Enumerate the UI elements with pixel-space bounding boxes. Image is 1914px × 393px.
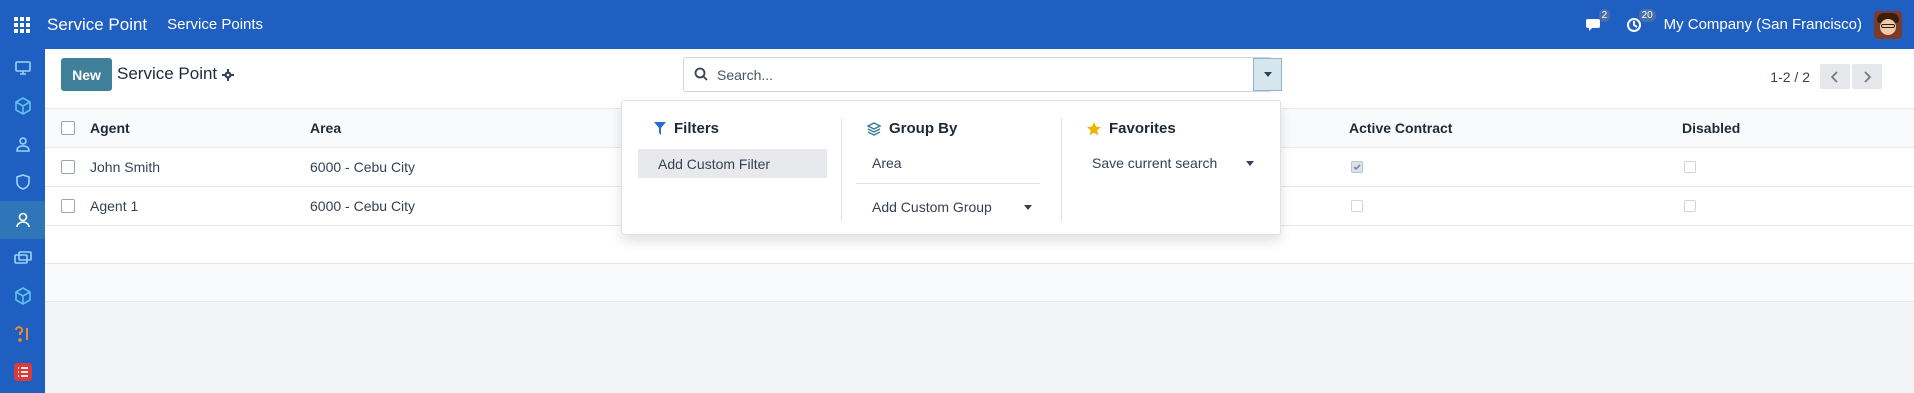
pager: 1-2 / 2 <box>1770 64 1882 89</box>
sidebar-app-4[interactable] <box>0 163 45 201</box>
pager-next-button[interactable] <box>1852 64 1882 89</box>
add-custom-filter[interactable]: Add Custom Filter <box>638 149 827 178</box>
sidebar-app-9[interactable] <box>0 353 45 391</box>
messages-badge: 2 <box>1598 8 1611 22</box>
favorites-column: Favorites Save current search <box>1062 101 1282 236</box>
group-by-title: Group By <box>889 120 958 137</box>
caret-down-icon <box>1263 72 1272 77</box>
cards-icon <box>13 251 32 264</box>
search-icon <box>694 67 708 84</box>
sidebar-app-3[interactable] <box>0 125 45 163</box>
empty-row <box>45 264 1914 302</box>
page-title: Service Point <box>117 64 218 83</box>
column-header-disabled[interactable]: Disabled <box>1682 120 1740 136</box>
cell-area: 6000 - Cebu City <box>310 159 416 175</box>
favorites-title: Favorites <box>1109 120 1176 137</box>
top-navbar: Service Point Service Points 2 20 My Com… <box>0 0 1914 49</box>
messages-button[interactable]: 2 <box>1585 8 1611 33</box>
menu-service-points[interactable]: Service Points <box>167 16 263 33</box>
search-input[interactable] <box>717 65 1237 85</box>
filters-column: Filters Add Custom Filter <box>622 101 841 236</box>
cell-active-contract-checkbox <box>1351 200 1363 212</box>
sidebar-app-7[interactable] <box>0 277 45 315</box>
group-by-column: Group By Area Add Custom Group <box>842 101 1050 236</box>
search-panel-toggle-button[interactable] <box>1253 58 1282 91</box>
chevron-right-icon <box>1864 70 1871 83</box>
cube-icon <box>14 97 31 115</box>
left-sidebar <box>0 49 45 393</box>
star-icon <box>1087 121 1101 136</box>
add-custom-group-select[interactable]: Add Custom Group <box>872 199 1032 215</box>
cell-disabled-checkbox <box>1684 161 1696 173</box>
sidebar-app-service-point[interactable] <box>0 201 45 239</box>
column-header-active-contract[interactable]: Active Contract <box>1349 120 1452 136</box>
shield-icon <box>15 174 30 190</box>
add-custom-group-label: Add Custom Group <box>872 199 992 215</box>
sidebar-app-1[interactable] <box>0 49 45 87</box>
filters-title: Filters <box>674 120 720 137</box>
user-avatar[interactable] <box>1874 10 1902 39</box>
save-current-search[interactable]: Save current search <box>1092 155 1254 171</box>
cell-agent: John Smith <box>90 159 161 175</box>
pager-previous-button[interactable] <box>1820 64 1850 89</box>
row-checkbox[interactable] <box>61 199 75 213</box>
chevron-left-icon <box>1831 70 1838 83</box>
apps-menu-icon[interactable] <box>0 0 44 49</box>
monitor-icon <box>14 61 31 75</box>
gear-icon[interactable] <box>222 68 234 84</box>
caret-down-icon <box>1246 160 1254 166</box>
filter-icon <box>654 122 666 135</box>
group-by-separator <box>856 183 1040 184</box>
cell-area: 6000 - Cebu City <box>310 198 416 214</box>
question-icon <box>14 326 28 342</box>
sidebar-app-2[interactable] <box>0 87 45 125</box>
cell-agent: Agent 1 <box>90 198 139 214</box>
pager-value[interactable]: 1-2 / 2 <box>1770 69 1810 85</box>
save-current-search-label: Save current search <box>1092 155 1218 171</box>
cell-active-contract-checkbox <box>1351 161 1363 173</box>
user-card-icon <box>15 137 30 152</box>
activities-badge: 20 <box>1638 8 1656 22</box>
sidebar-app-6[interactable] <box>0 239 45 277</box>
check-icon <box>1353 164 1361 171</box>
column-header-area[interactable]: Area <box>310 120 341 136</box>
company-switcher[interactable]: My Company (San Francisco) <box>1664 16 1862 33</box>
list-icon <box>13 363 32 381</box>
box-icon <box>14 287 31 305</box>
cell-disabled-checkbox <box>1684 200 1696 212</box>
search-options-dropdown: Filters Add Custom Filter Group By Area … <box>621 100 1281 235</box>
agent-icon <box>15 212 30 228</box>
search-box <box>683 57 1272 92</box>
caret-down-icon <box>1024 204 1032 210</box>
group-by-area[interactable]: Area <box>872 155 902 171</box>
layers-icon <box>867 121 881 136</box>
app-name[interactable]: Service Point <box>47 15 147 35</box>
row-checkbox[interactable] <box>61 160 75 174</box>
column-header-agent[interactable]: Agent <box>90 120 130 136</box>
select-all-checkbox[interactable] <box>61 121 75 135</box>
new-button[interactable]: New <box>61 58 112 91</box>
sidebar-app-8[interactable] <box>0 315 45 353</box>
activities-button[interactable]: 20 <box>1626 8 1656 33</box>
